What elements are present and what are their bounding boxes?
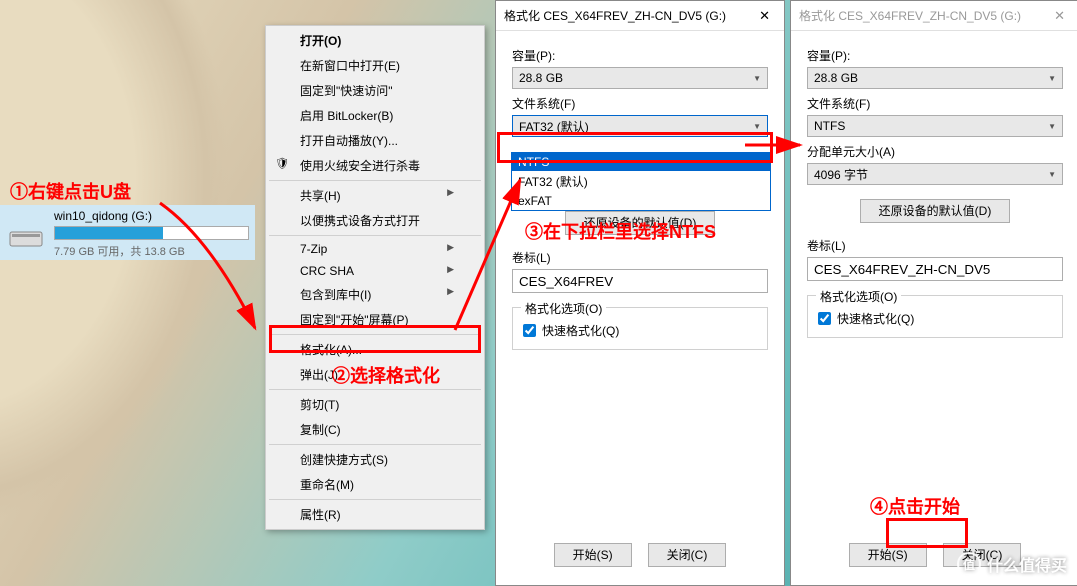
arrow-3 [740, 130, 810, 160]
quick-format-checkbox[interactable] [818, 312, 831, 325]
alloc-combo[interactable]: 4096 字节▼ [807, 163, 1063, 185]
menu-open[interactable]: 打开(O) [268, 28, 482, 53]
chevron-down-icon: ▼ [753, 74, 761, 83]
menu-autoplay[interactable]: 打开自动播放(Y)... [268, 128, 482, 153]
filesystem-label: 文件系统(F) [512, 95, 768, 112]
close-button[interactable]: 关闭(C) [648, 543, 727, 567]
filesystem-label: 文件系统(F) [807, 95, 1063, 112]
restore-defaults-button[interactable]: 还原设备的默认值(D) [860, 199, 1011, 223]
menu-bitlocker[interactable]: 启用 BitLocker(B) [268, 103, 482, 128]
annotation-step4: ④点击开始 [870, 493, 960, 519]
capacity-combo[interactable]: 28.8 GB▼ [512, 67, 768, 89]
close-icon[interactable]: ✕ [753, 6, 776, 26]
arrow-2 [445, 170, 535, 340]
dialog-title-text: 格式化 CES_X64FREV_ZH-CN_DV5 (G:) [504, 7, 726, 24]
start-button[interactable]: 开始(S) [554, 543, 632, 567]
capacity-combo[interactable]: 28.8 GB▼ [807, 67, 1063, 89]
menu-separator [269, 444, 481, 445]
arrow-1 [150, 198, 270, 338]
chevron-down-icon: ▼ [1048, 122, 1056, 131]
volume-label-input[interactable] [807, 257, 1063, 281]
alloc-label: 分配单元大小(A) [807, 143, 1063, 160]
quick-format-row[interactable]: 快速格式化(Q) [818, 310, 1052, 327]
huorong-icon: 🛡 [274, 157, 290, 170]
quick-format-row[interactable]: 快速格式化(Q) [523, 322, 757, 339]
volume-label-label: 卷标(L) [512, 249, 768, 266]
annotation-step1: ①右键点击U盘 [10, 178, 131, 204]
filesystem-combo[interactable]: NTFS▼ [807, 115, 1063, 137]
format-options-legend: 格式化选项(O) [816, 288, 901, 305]
chevron-down-icon: ▼ [1048, 74, 1056, 83]
format-dialog-1: 格式化 CES_X64FREV_ZH-CN_DV5 (G:) ✕ 容量(P): … [495, 0, 785, 586]
dialog-title-text: 格式化 CES_X64FREV_ZH-CN_DV5 (G:) [799, 7, 1021, 24]
annotation-step3: ③在下拉栏里选择NTFS [525, 218, 716, 244]
volume-label-input[interactable] [512, 269, 768, 293]
menu-separator [269, 499, 481, 500]
fs-option-fat32[interactable]: FAT32 (默认) [512, 171, 770, 192]
menu-pin-quick[interactable]: 固定到"快速访问" [268, 78, 482, 103]
start-button[interactable]: 开始(S) [849, 543, 927, 567]
dialog-titlebar[interactable]: 格式化 CES_X64FREV_ZH-CN_DV5 (G:) ✕ [791, 1, 1077, 31]
menu-rename[interactable]: 重命名(M) [268, 472, 482, 497]
capacity-label: 容量(P): [512, 47, 768, 64]
filesystem-combo[interactable]: FAT32 (默认)▼ [512, 115, 768, 137]
watermark-logo-icon: 值 [957, 552, 981, 576]
watermark: 值 什么值得买 [957, 552, 1067, 576]
menu-separator [269, 389, 481, 390]
usb-drive-icon [6, 212, 46, 252]
fs-option-exfat[interactable]: exFAT [512, 192, 770, 210]
fs-option-ntfs[interactable]: NTFS [512, 153, 770, 171]
menu-properties[interactable]: 属性(R) [268, 502, 482, 527]
menu-format[interactable]: 格式化(A)... [268, 337, 482, 362]
annotation-step2: ②选择格式化 [332, 362, 440, 388]
menu-copy[interactable]: 复制(C) [268, 417, 482, 442]
chevron-down-icon: ▼ [1048, 170, 1056, 179]
menu-shortcut[interactable]: 创建快捷方式(S) [268, 447, 482, 472]
menu-open-new-window[interactable]: 在新窗口中打开(E) [268, 53, 482, 78]
volume-label-label: 卷标(L) [807, 237, 1063, 254]
dialog-titlebar[interactable]: 格式化 CES_X64FREV_ZH-CN_DV5 (G:) ✕ [496, 1, 784, 31]
close-icon[interactable]: ✕ [1048, 6, 1071, 26]
menu-cut[interactable]: 剪切(T) [268, 392, 482, 417]
filesystem-dropdown: NTFS FAT32 (默认) exFAT [511, 152, 771, 211]
capacity-label: 容量(P): [807, 47, 1063, 64]
